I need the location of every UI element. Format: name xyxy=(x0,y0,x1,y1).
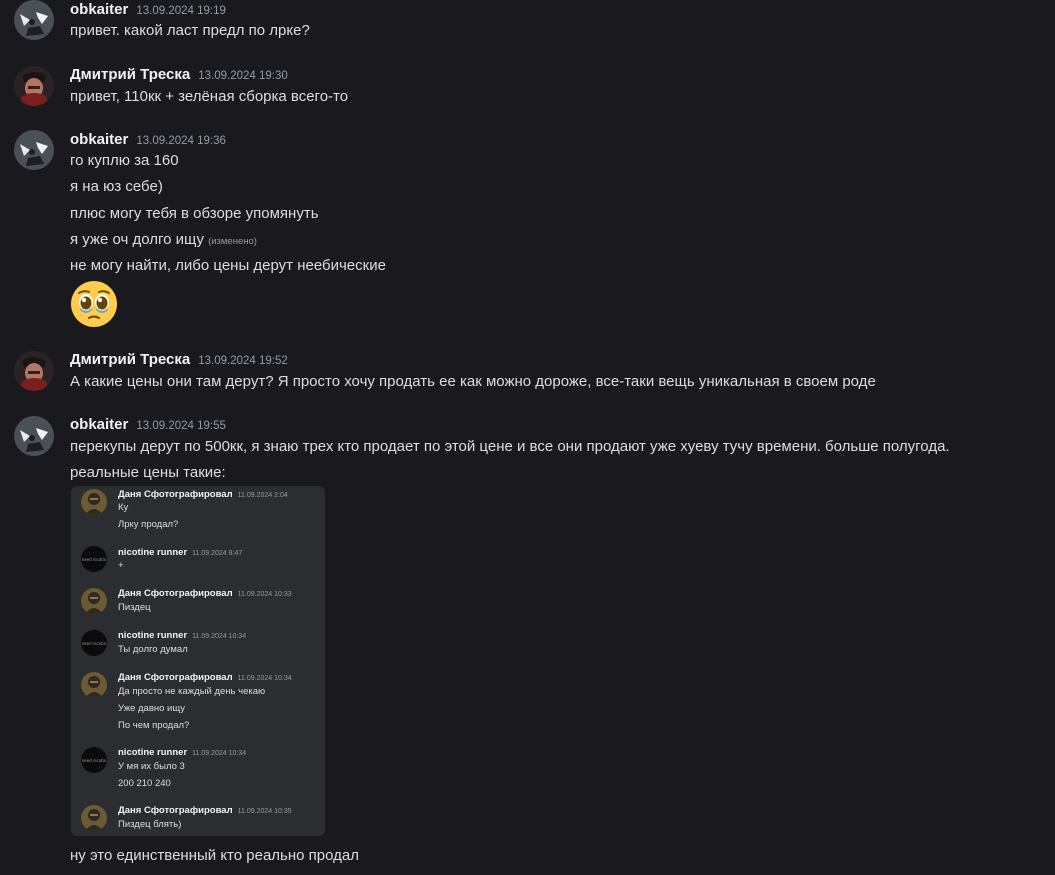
message-timestamp: 13.09.2024 19:19 xyxy=(136,5,226,17)
message-text: я уже оч долго ищу xyxy=(70,231,205,248)
embed-timestamp: 11.09.2024 10:33 xyxy=(237,591,292,598)
message-author[interactable]: Дмитрий Треска xyxy=(70,351,190,368)
edited-label: (изменено) xyxy=(208,236,257,247)
embed-author: Даня Сфотографировал xyxy=(118,672,233,683)
message-text: привет. какой ласт предл по лрке? xyxy=(70,22,310,39)
embed-author: nicotine runner xyxy=(118,747,188,758)
attached-image[interactable]: Даня Сфотографировал 11.09.2024 2:04 Ку … xyxy=(71,486,325,836)
embed-avatar xyxy=(81,630,107,656)
message-author[interactable]: Дмитрий Треска xyxy=(70,66,190,83)
message-author[interactable]: obkaiter xyxy=(70,416,128,433)
message-text-edited: я уже оч долго ищу (изменено) xyxy=(70,231,257,248)
message-author[interactable]: obkaiter xyxy=(70,1,128,18)
message-timestamp: 13.09.2024 19:52 xyxy=(198,355,288,367)
embed-text: 200 210 240 xyxy=(118,778,171,789)
embed-author: Даня Сфотографировал xyxy=(118,489,233,500)
chat-log: obkaiter 13.09.2024 19:19 привет. какой … xyxy=(0,0,1055,875)
avatar[interactable] xyxy=(14,0,54,40)
embed-avatar xyxy=(81,805,107,831)
message-text: я на юз себе) xyxy=(70,178,163,195)
embed-text: + xyxy=(118,560,124,571)
embed-author: Даня Сфотографировал xyxy=(118,805,233,816)
pleading-face-emoji[interactable] xyxy=(70,280,118,328)
embed-avatar xyxy=(81,672,107,698)
embed-author: Даня Сфотографировал xyxy=(118,588,233,599)
message-timestamp: 13.09.2024 19:55 xyxy=(136,420,226,432)
avatar[interactable] xyxy=(14,416,54,456)
embed-avatar xyxy=(81,546,107,572)
message-author[interactable]: obkaiter xyxy=(70,131,128,148)
embed-text: Уже давно ищу xyxy=(118,703,186,714)
message-text: плюс могу тебя в обзоре упомянуть xyxy=(70,205,319,222)
embed-avatar xyxy=(81,747,107,773)
embed-avatar xyxy=(81,489,107,515)
embed-author: nicotine runner xyxy=(118,630,188,641)
embed-avatar xyxy=(81,588,107,614)
avatar[interactable] xyxy=(14,130,54,170)
message-text: реальные цены такие: xyxy=(70,464,226,481)
embed-timestamp: 11.09.2024 10:34 xyxy=(237,675,292,682)
avatar[interactable] xyxy=(14,66,54,106)
embed-timestamp: 11.09.2024 10:35 xyxy=(237,808,292,815)
embed-text: У мя их было 3 xyxy=(118,761,185,772)
embed-timestamp: 11.09.2024 10:34 xyxy=(192,750,247,757)
embed-timestamp: 11.09.2024 2:04 xyxy=(237,492,288,499)
message-timestamp: 13.09.2024 19:36 xyxy=(136,135,226,147)
embed-text: Ты долго думал xyxy=(118,644,188,655)
message-text: не могу найти, либо цены дерут неебическ… xyxy=(70,257,386,274)
avatar[interactable] xyxy=(14,351,54,391)
message-timestamp: 13.09.2024 19:30 xyxy=(198,70,288,82)
message-text: ну это единственный кто реально продал xyxy=(70,847,359,864)
message-text: привет, 110кк + зелёная сборка всего-то xyxy=(70,88,349,105)
embed-text: Да просто не каждый день чекаю xyxy=(118,686,266,697)
embed-timestamp: 11.09.2024 10:34 xyxy=(192,633,247,640)
message-text: го куплю за 160 xyxy=(70,152,179,169)
message-text: А какие цены они там дерут? Я просто хоч… xyxy=(70,373,876,390)
message-text: перекупы дерут по 500кк, я знаю трех кто… xyxy=(70,438,950,455)
embed-text: Лрку продал? xyxy=(118,519,179,530)
embed-text: Ку xyxy=(118,502,129,513)
embed-author: nicotine runner xyxy=(118,547,188,558)
embed-text: По чем продал? xyxy=(118,720,190,731)
embed-text: Пиздец блять) xyxy=(118,819,182,830)
embed-text: Пиздец xyxy=(118,602,151,613)
embed-timestamp: 11.09.2024 8:47 xyxy=(192,550,243,557)
